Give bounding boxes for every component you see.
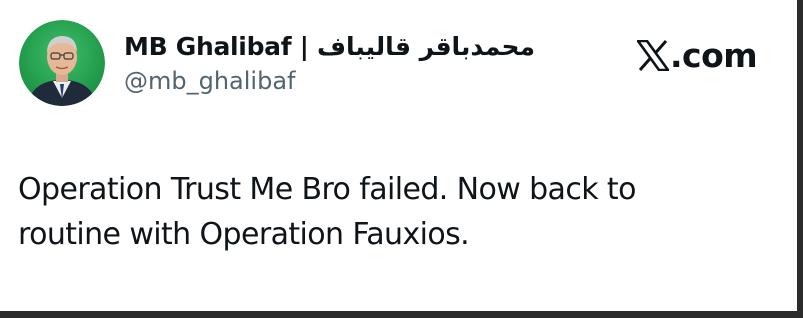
author-handle[interactable]: @mb_ghalibaf xyxy=(124,67,296,95)
frame-edge-right xyxy=(797,0,803,318)
brand-mark: .com xyxy=(637,35,758,75)
author-name-row[interactable]: MB Ghalibaf | محمدباقر قالیباف xyxy=(124,29,535,63)
brand-domain: .com xyxy=(670,35,758,75)
x-logo-icon xyxy=(637,39,669,71)
frame-edge-bottom xyxy=(0,311,803,318)
tweet-text: Operation Trust Me Bro failed. Now back … xyxy=(18,172,636,252)
avatar-image xyxy=(19,20,105,106)
display-name[interactable]: MB Ghalibaf | محمدباقر قالیباف xyxy=(124,32,535,61)
tweet-card: MB Ghalibaf | محمدباقر قالیباف @mb_ghali… xyxy=(0,0,797,311)
avatar[interactable] xyxy=(19,20,105,106)
